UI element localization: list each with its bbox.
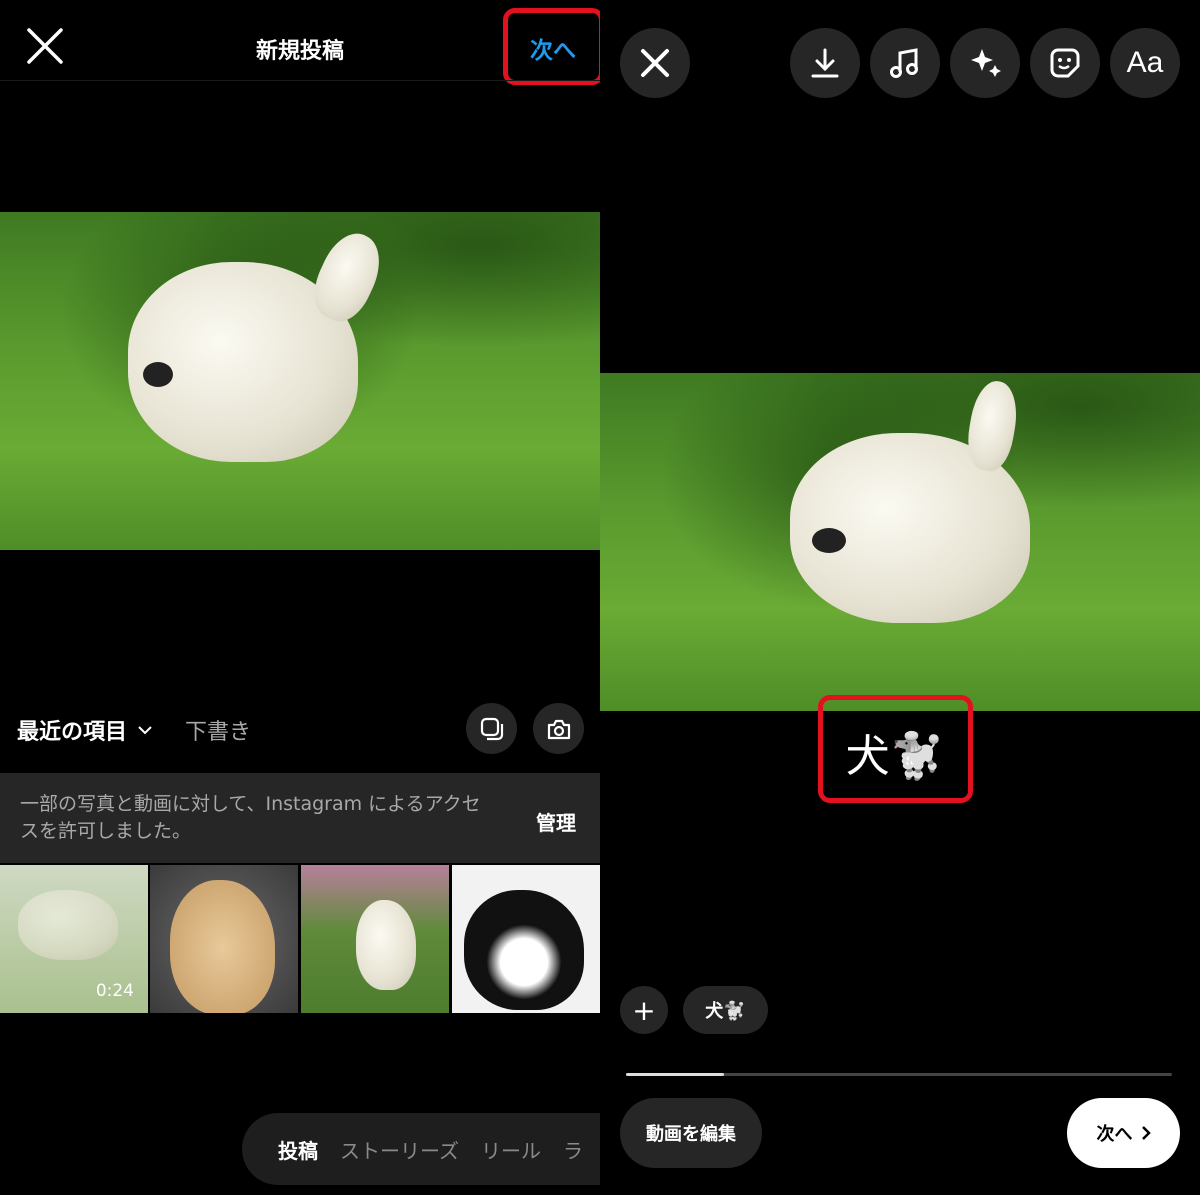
tab-reels[interactable]: リール [481,1135,541,1164]
music-button[interactable] [870,28,940,98]
next-label: 次へ [1096,1124,1133,1145]
album-selector[interactable]: 最近の項目 [17,714,153,746]
edit-video-button[interactable]: 動画を編集 [620,1098,762,1168]
banner-message: 一部の写真と動画に対して、Instagram によるアクセスを許可しました。 [20,793,481,842]
manage-button[interactable]: 管理 [536,807,576,836]
drafts-tab[interactable]: 下書き [185,714,251,746]
thumbnail-photo[interactable] [150,865,298,1013]
new-post-panel: 新規投稿 次へ 最近の項目 下書き 一部の写真と動画に対して、Instagram… [0,0,600,1195]
next-button[interactable]: 次へ [1067,1098,1180,1168]
thumbnail-video[interactable]: 0:24 [0,865,148,1013]
effects-button[interactable] [950,28,1020,98]
tab-stories[interactable]: ストーリーズ [340,1135,459,1164]
story-editor-panel: Aa 犬🐩 + 犬🐩 動画を編集 次へ [600,0,1200,1195]
add-text-button[interactable]: + [620,986,668,1034]
chevron-right-icon [1141,1126,1151,1140]
timeline-progress [626,1073,725,1076]
header-divider [0,80,600,81]
video-duration: 0:24 [95,981,134,1001]
caption-chip[interactable]: 犬🐩 [683,986,768,1034]
effects-icon [971,49,1001,77]
permission-banner: 一部の写真と動画に対して、Instagram によるアクセスを許可しました。 管… [0,773,600,863]
chevron-down-icon [138,726,152,735]
close-button[interactable] [620,28,690,98]
plus-icon: + [632,993,656,1027]
sticker-icon [1050,48,1080,78]
music-icon [890,48,918,78]
sticker-button[interactable] [1030,28,1100,98]
text-icon: Aa [1126,46,1164,79]
selected-photo [0,212,600,550]
multi-select-button[interactable] [466,703,517,754]
album-label: 最近の項目 [17,720,128,745]
highlight-box [503,8,600,85]
tab-post[interactable]: 投稿 [278,1135,318,1164]
mode-tabs: 投稿 ストーリーズ リール ラ [242,1113,600,1185]
multi-select-icon [480,717,503,740]
download-icon [811,48,839,78]
timeline-track[interactable] [626,1073,1172,1076]
story-photo [600,373,1200,711]
camera-button[interactable] [533,703,584,754]
camera-icon [547,719,570,739]
close-icon [641,49,669,77]
thumbnail-photo[interactable] [452,865,600,1013]
thumbnail-photo[interactable] [301,865,449,1013]
highlight-box [818,695,973,803]
text-tool-button[interactable]: Aa [1110,28,1180,98]
download-button[interactable] [790,28,860,98]
tab-live[interactable]: ラ [563,1135,583,1164]
